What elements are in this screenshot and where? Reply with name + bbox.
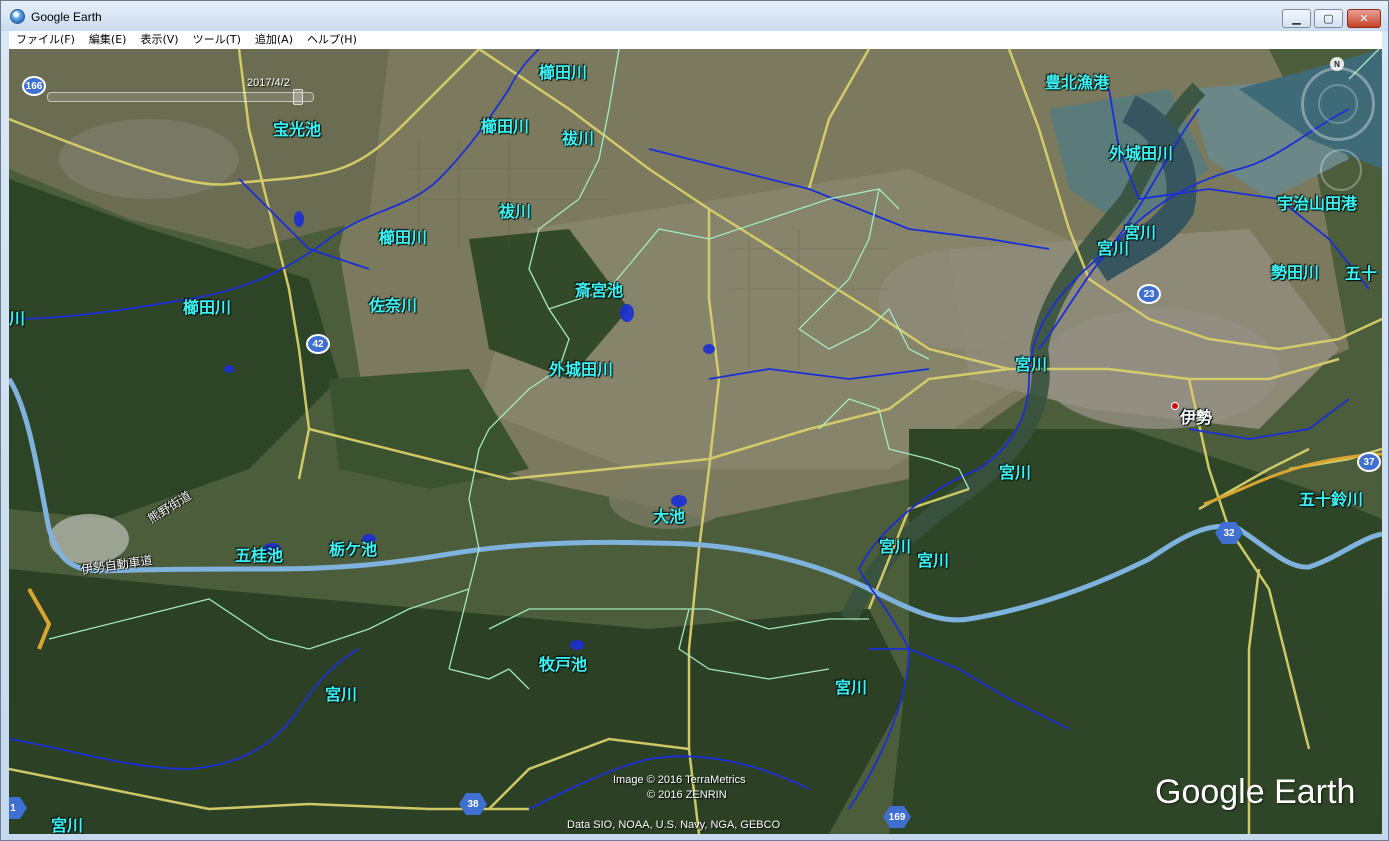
map-label[interactable]: 宮川 [917,547,949,571]
menu-file[interactable]: ファイル(F) [9,31,82,49]
map-label[interactable]: 豊北漁港 [1045,69,1109,93]
menu-add[interactable]: 追加(A) [248,31,300,49]
map-label[interactable]: 櫛田川 [481,113,529,137]
imagery-attribution: Image © 2016 TerraMetrics [613,774,746,786]
map-label[interactable]: 外城田川 [1109,140,1173,164]
city-marker-icon[interactable] [1171,402,1179,410]
map-label[interactable]: 牧戸池 [539,651,587,675]
route-shield-icon: 42 [306,334,330,354]
map-label[interactable]: 五十鈴川 [1299,486,1363,510]
map-label[interactable]: 宮川 [325,681,357,705]
map-label[interactable]: 佐奈川 [369,292,417,316]
timeline-slider[interactable] [47,92,314,102]
timeline-thumb[interactable] [293,89,304,105]
map-label[interactable]: 祓川 [499,198,531,222]
map-label[interactable]: 宮川 [999,459,1031,483]
map-label[interactable]: 川 [9,305,25,329]
menu-view[interactable]: 表示(V) [133,31,185,49]
map-label[interactable]: 宮川 [51,812,83,834]
map-label[interactable]: 宮川 [879,533,911,557]
city-label-ise[interactable]: 伊勢 [1180,404,1212,428]
map-label[interactable]: 宮川 [835,674,867,698]
minimize-button[interactable]: ▁ [1282,9,1311,28]
window-title: Google Earth [31,10,102,24]
google-earth-logo: Google Earth [1155,773,1356,811]
map-label[interactable]: 櫛田川 [183,294,231,318]
map-label[interactable]: 宮川 [1097,235,1129,259]
copyright-attribution: © 2016 ZENRIN [647,789,727,801]
menu-help[interactable]: ヘルプ(H) [300,31,364,49]
map-label[interactable]: 宮川 [1015,351,1047,375]
map-label[interactable]: 大池 [653,503,685,527]
title-bar[interactable]: Google Earth ▁ ▢ ✕ [1,1,1388,31]
map-label[interactable]: 櫛田川 [379,224,427,248]
map-label[interactable]: 祓川 [562,125,594,149]
map-label[interactable]: 外城田川 [549,356,613,380]
map-label[interactable]: 五桂池 [235,542,283,566]
menu-tools[interactable]: ツール(T) [186,31,248,49]
look-joystick[interactable] [1301,67,1375,141]
route-shield-icon: 166 [22,76,46,96]
route-shield-icon: 23 [1137,284,1161,304]
map-label[interactable]: 櫛田川 [539,59,587,83]
map-view[interactable]: 2017/4/2 N 櫛田川 櫛田川 祓川 豊北漁港 宝光池 外城田川 祓川 宇… [9,49,1382,834]
map-label[interactable]: 栃ケ池 [329,536,377,560]
maximize-button[interactable]: ▢ [1314,9,1343,28]
google-earth-window: Google Earth ▁ ▢ ✕ ファイル(F) 編集(E) 表示(V) ツ… [0,0,1389,841]
map-label[interactable]: 宝光池 [273,116,321,140]
menu-bar: ファイル(F) 編集(E) 表示(V) ツール(T) 追加(A) ヘルプ(H) [9,31,1382,49]
look-joystick-center[interactable] [1318,84,1358,124]
route-shield-icon: 37 [1357,452,1381,472]
map-label[interactable]: 五十 [1345,260,1377,284]
menu-edit[interactable]: 編集(E) [82,31,134,49]
map-imagery [9,49,1382,834]
timeline-date: 2017/4/2 [247,77,290,89]
map-label[interactable]: 宇治山田港 [1277,190,1357,214]
move-joystick[interactable] [1320,149,1362,191]
data-attribution: Data SIO, NOAA, U.S. Navy, NGA, GEBCO [567,819,781,831]
close-button[interactable]: ✕ [1347,9,1381,28]
google-earth-app-icon [10,9,25,24]
map-label[interactable]: 勢田川 [1271,259,1319,283]
map-label[interactable]: 斎宮池 [575,277,623,301]
